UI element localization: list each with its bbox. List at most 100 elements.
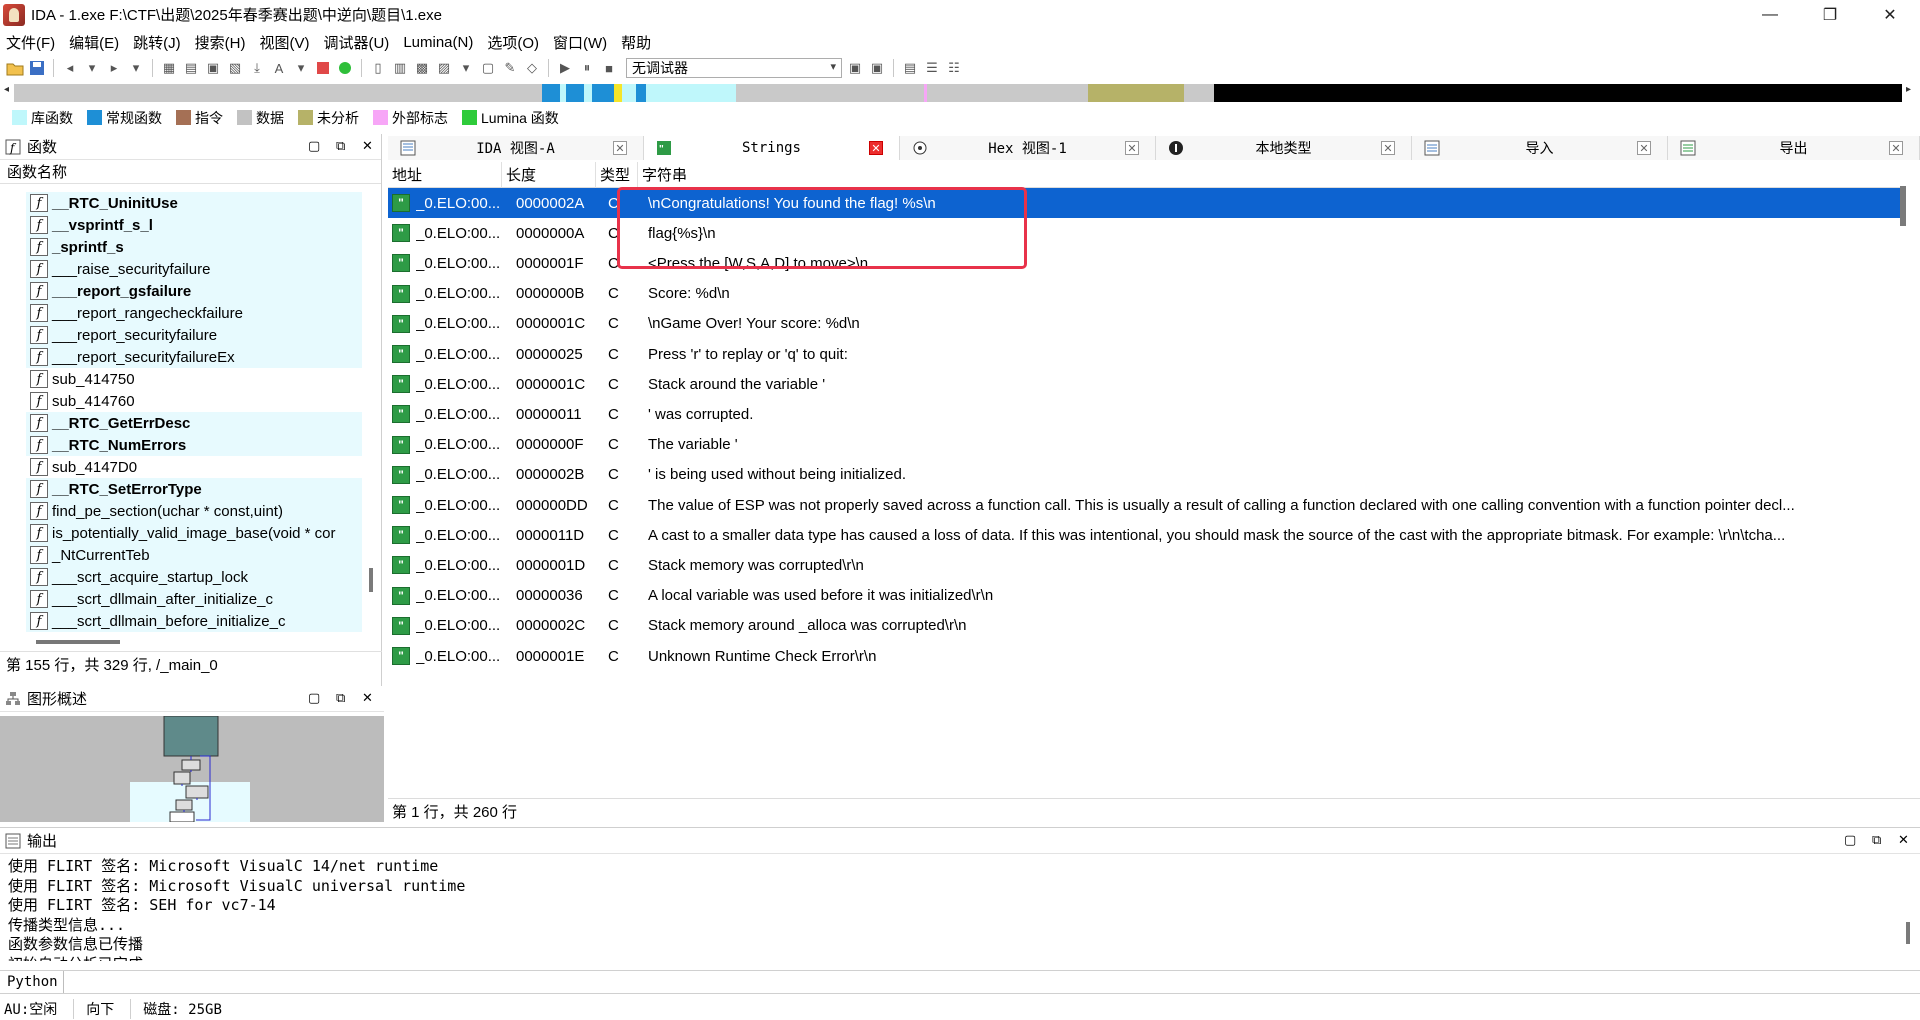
maximize-pane-icon[interactable]: ▢ <box>308 138 320 154</box>
close-pane-icon[interactable]: ✕ <box>1898 832 1909 848</box>
close-pane-icon[interactable]: ✕ <box>362 690 373 706</box>
struct-icon[interactable]: ▩ <box>413 59 431 77</box>
float-pane-icon[interactable]: ⧉ <box>336 690 345 706</box>
minimize-button[interactable]: — <box>1740 0 1800 29</box>
column-string[interactable]: 字符串 <box>638 162 1904 188</box>
nav-left-arrow-icon[interactable]: ◂ <box>4 84 9 95</box>
navigation-band[interactable] <box>14 84 1902 102</box>
string-row[interactable]: " _0.ELO:00... 0000001C C \nGame Over! Your … <box>388 309 1904 339</box>
function-row[interactable]: f __RTC_GetErrDesc <box>26 412 362 434</box>
functions-list[interactable]: f __RTC_UninitUse f __vsprintf_s_l f _sprintf… <box>26 192 362 638</box>
function-row[interactable]: f __RTC_NumErrors <box>26 434 362 456</box>
search-next-icon[interactable]: ▣ <box>204 59 222 77</box>
string-row[interactable]: " _0.ELO:00... 0000011D C A cast to a smalle… <box>388 520 1904 550</box>
patch-icon[interactable]: ✎ <box>501 59 519 77</box>
function-row[interactable]: f ___report_rangecheckfailure <box>26 302 362 324</box>
function-row[interactable]: f ___scrt_dllmain_before_initialize_c <box>26 610 362 632</box>
column-type[interactable]: 类型 <box>596 161 638 188</box>
function-row[interactable]: f __vsprintf_s_l <box>26 214 362 236</box>
column-length[interactable]: 长度 <box>502 161 596 188</box>
menu-options[interactable]: 选项(O) <box>487 32 539 53</box>
strings-vertical-scrollbar[interactable] <box>1900 186 1906 226</box>
tab-exports[interactable]: 导出 ✕ <box>1668 136 1920 160</box>
text-mode-icon[interactable]: A <box>270 59 288 77</box>
string-row[interactable]: " _0.ELO:00... 00000011 C ' was corrupted. <box>388 399 1904 429</box>
strings-table[interactable]: 地址 长度 类型 字符串 " _0.ELO:00... 0000002A C \nCon… <box>388 161 1904 796</box>
functions-horizontal-scrollbar[interactable] <box>36 640 120 644</box>
stop-icon[interactable]: ■ <box>600 59 618 77</box>
jump-icon[interactable]: ⤓ <box>248 59 266 77</box>
menu-search[interactable]: 搜索(H) <box>195 32 246 53</box>
float-pane-icon[interactable]: ⧉ <box>1872 832 1881 848</box>
menu-jump[interactable]: 跳转(J) <box>133 32 181 53</box>
string-row[interactable]: " _0.ELO:00... 0000000F C The variable ' <box>388 430 1904 460</box>
nav-right-arrow-icon[interactable]: ▸ <box>1906 84 1911 95</box>
menu-edit[interactable]: 编辑(E) <box>69 32 119 53</box>
dropdown-arrow-icon[interactable]: ▾ <box>127 59 145 77</box>
close-tab-icon[interactable]: ✕ <box>1637 141 1651 155</box>
menu-view[interactable]: 视图(V) <box>259 32 309 53</box>
tab-imports[interactable]: 导入 ✕ <box>1412 136 1668 160</box>
debug-options-icon[interactable]: ▣ <box>868 59 886 77</box>
function-row[interactable]: f sub_414760 <box>26 390 362 412</box>
string-row[interactable]: " _0.ELO:00... 0000002B C ' is being used wi… <box>388 460 1904 490</box>
function-row[interactable]: f _sprintf_s <box>26 236 362 258</box>
play-icon[interactable]: ▶ <box>556 59 574 77</box>
cli-input[interactable] <box>64 971 1920 993</box>
function-row[interactable]: f ___report_securityfailure <box>26 324 362 346</box>
menu-file[interactable]: 文件(F) <box>6 32 55 53</box>
dropdown-arrow-icon[interactable]: ▾ <box>457 59 475 77</box>
back-icon[interactable]: ◂ <box>61 59 79 77</box>
string-row[interactable]: " _0.ELO:00... 0000000A Cflag{%s}\n <box>388 218 1904 248</box>
tab-strings[interactable]: " Strings ✕ <box>644 136 900 160</box>
menu-lumina[interactable]: Lumina(N) <box>403 34 473 51</box>
function-row[interactable]: f is_potentially_valid_image_base(void * … <box>26 522 362 544</box>
function-row[interactable]: f sub_4147D0 <box>26 456 362 478</box>
function-row[interactable]: f find_pe_section(uchar * const,uint) <box>26 500 362 522</box>
menu-debugger[interactable]: 调试器(U) <box>323 32 389 53</box>
function-row[interactable]: f ___scrt_acquire_startup_lock <box>26 566 362 588</box>
outline-icon[interactable]: ☷ <box>945 59 963 77</box>
menu-windows[interactable]: 窗口(W) <box>553 32 607 53</box>
scrollbar-thumb[interactable] <box>369 568 373 592</box>
string-row[interactable]: " _0.ELO:00... 0000001E C Unknown Runtime Ch… <box>388 641 1904 671</box>
functions-vertical-scrollbar[interactable] <box>367 192 375 638</box>
close-button[interactable]: ✕ <box>1860 0 1920 29</box>
string-row[interactable]: " _0.ELO:00... 000000DD C The value of ESP w… <box>388 490 1904 520</box>
functions-column-header[interactable]: 函数名称 <box>0 160 381 184</box>
array-icon[interactable]: ▨ <box>435 59 453 77</box>
string-row[interactable]: " _0.ELO:00... 0000002C C Stack memory aroun… <box>388 611 1904 641</box>
cli-language-button[interactable]: Python <box>0 971 64 993</box>
close-pane-icon[interactable]: ✕ <box>362 138 373 154</box>
function-row[interactable]: f ___report_securityfailureEx <box>26 346 362 368</box>
debugger-select[interactable]: 无调试器 ▾ <box>626 58 842 78</box>
graph-overview-canvas[interactable] <box>0 715 384 823</box>
dropdown-arrow-icon[interactable]: ▾ <box>292 59 310 77</box>
run-green-icon[interactable] <box>336 59 354 77</box>
menu-help[interactable]: 帮助 <box>621 32 651 53</box>
maximize-pane-icon[interactable]: ▢ <box>1844 832 1856 848</box>
string-row[interactable]: " _0.ELO:00... 00000025 C Press 'r' to repla… <box>388 339 1904 369</box>
pause-icon[interactable]: ⏸ <box>578 59 596 77</box>
maximize-pane-icon[interactable]: ▢ <box>308 690 320 706</box>
function-row[interactable]: f __RTC_UninitUse <box>26 192 362 214</box>
close-tab-icon[interactable]: ✕ <box>869 141 883 155</box>
text-search-icon[interactable]: ▤ <box>182 59 200 77</box>
stop-script-icon[interactable] <box>314 59 332 77</box>
function-row[interactable]: f _NtCurrentTeb <box>26 544 362 566</box>
save-icon[interactable] <box>28 59 46 77</box>
tab-local-types[interactable]: 本地类型 ✕ <box>1156 136 1412 160</box>
float-pane-icon[interactable]: ⧉ <box>336 138 345 154</box>
forward-icon[interactable]: ▸ <box>105 59 123 77</box>
output-log[interactable]: 使用 FLIRT 签名: Microsoft VisualC 14/net ru… <box>8 857 1888 961</box>
output-vertical-scrollbar[interactable] <box>1906 922 1910 944</box>
code-icon[interactable]: ▯ <box>369 59 387 77</box>
string-row[interactable]: " _0.ELO:00... 0000002A C \nCongratulations!… <box>388 188 1904 218</box>
function-row[interactable]: f __RTC_SetErrorType <box>26 478 362 500</box>
undefine-icon[interactable]: ▢ <box>479 59 497 77</box>
search-immediate-icon[interactable]: ▧ <box>226 59 244 77</box>
function-row[interactable]: f ___report_gsfailure <box>26 280 362 302</box>
string-row[interactable]: " _0.ELO:00... 0000000B C Score: %d\n <box>388 279 1904 309</box>
string-row[interactable]: " _0.ELO:00... 00000036 C A local variable w… <box>388 581 1904 611</box>
function-row[interactable]: f ___scrt_dllmain_after_initialize_c <box>26 588 362 610</box>
